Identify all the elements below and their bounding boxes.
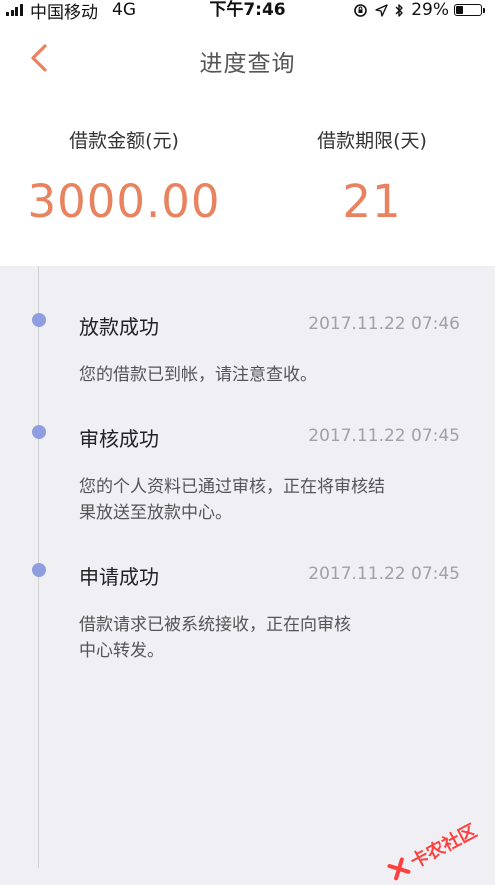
entry-time: 2017.11.22 07:46 [308, 314, 460, 334]
location-icon [375, 3, 388, 17]
header-card: 进度查询 借款金额(元) 3000.00 借款期限(天) 21 [0, 22, 495, 266]
watermark-logo-icon [387, 857, 411, 881]
loan-amount-value: 3000.00 [27, 175, 221, 228]
entry-description-line: 果放送至放款中心。 [79, 503, 232, 523]
status-right: 29% [353, 0, 485, 20]
entry-description: 借款请求已被系统接收，正在向审核 中心转发。 [79, 612, 464, 664]
entry-time: 2017.11.22 07:45 [308, 564, 460, 584]
status-bar: 中国移动 4G 下午7:46 29% [0, 0, 495, 23]
entry-time: 2017.11.22 07:45 [308, 426, 460, 446]
timeline-dot [32, 425, 46, 439]
loan-term-label: 借款期限(天) [317, 130, 427, 152]
timeline-dot [32, 563, 46, 577]
battery-percentage: 29% [411, 0, 449, 20]
orientation-lock-icon [353, 3, 368, 18]
entry-description-line: 您的借款已到帐，请注意查收。 [79, 365, 317, 385]
entry-description-line: 借款请求已被系统接收，正在向审核 [79, 615, 351, 635]
loan-amount-label: 借款金额(元) [69, 130, 179, 152]
entry-title: 放款成功 [79, 315, 159, 339]
loan-term-value: 21 [342, 175, 402, 228]
page-title: 进度查询 [199, 51, 296, 77]
entry-title: 审核成功 [79, 427, 159, 451]
battery-nub [483, 7, 485, 13]
loan-term-block: 借款期限(天) 21 [252, 126, 492, 228]
loan-amount-block: 借款金额(元) 3000.00 [4, 126, 244, 228]
progress-timeline: 放款成功 2017.11.22 07:46 您的借款已到帐，请注意查收。 审核成… [0, 266, 495, 868]
entry-description: 您的个人资料已通过审核，正在将审核结 果放送至放款中心。 [79, 474, 464, 526]
bluetooth-icon [395, 3, 404, 18]
entry-description: 您的借款已到帐，请注意查收。 [79, 362, 464, 388]
timeline-dot [32, 313, 46, 327]
entry-title: 申请成功 [79, 565, 159, 589]
entry-description-line: 中心转发。 [79, 641, 164, 661]
entry-description-line: 您的个人资料已通过审核，正在将审核结 [79, 477, 385, 497]
battery-icon [454, 4, 482, 16]
